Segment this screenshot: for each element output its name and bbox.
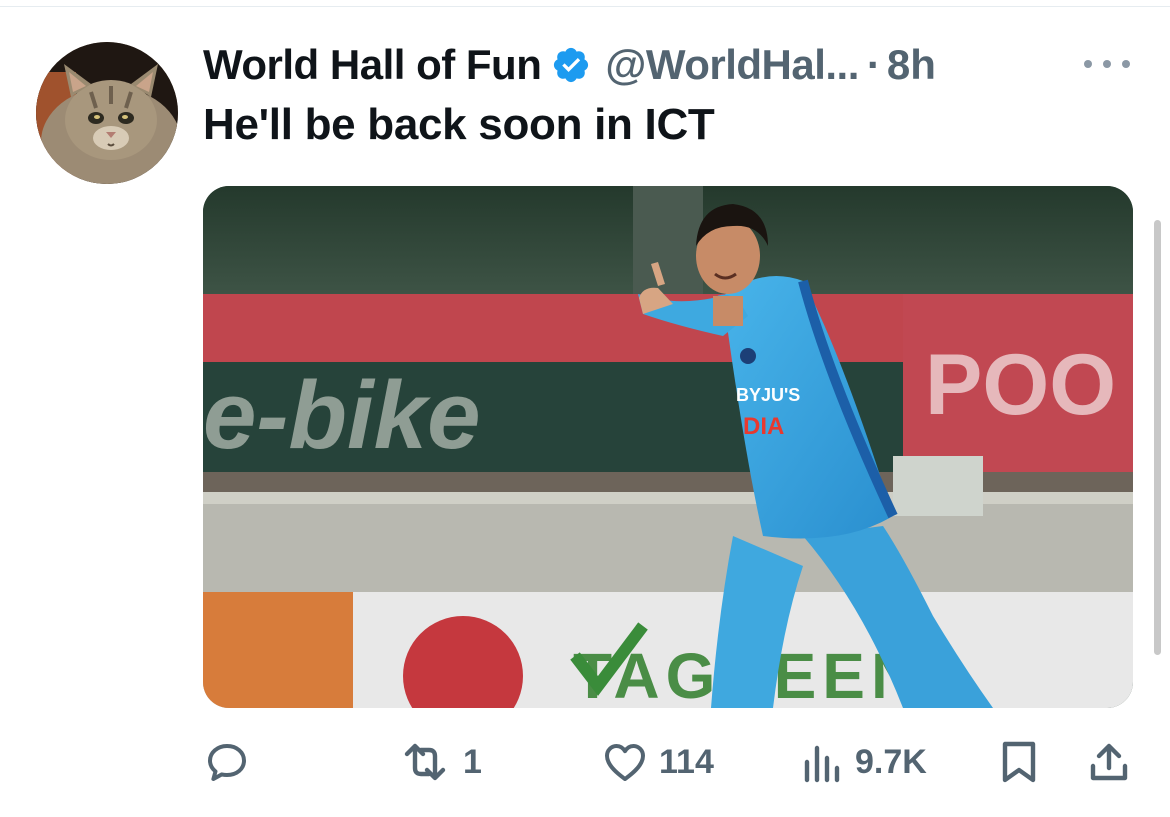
separator-dot: · [866, 41, 881, 88]
views-button[interactable]: 9.7K [801, 738, 927, 786]
heart-icon [605, 744, 645, 781]
banner-text-right: POO [925, 337, 1116, 433]
tweet-text: He'll be back soon in ICT [203, 100, 715, 149]
more-dot [1103, 60, 1111, 68]
retweet-count: 1 [463, 742, 482, 781]
more-dot [1084, 60, 1092, 68]
avatar[interactable] [36, 42, 178, 184]
tweet-header: World Hall of Fun @WorldHal... · 8h [203, 40, 936, 90]
bookmark-button[interactable] [997, 738, 1041, 786]
top-divider [0, 6, 1170, 7]
share-icon [1090, 743, 1128, 781]
views-icon [804, 745, 840, 783]
reply-icon [208, 744, 246, 781]
action-bar: 1 114 9.7K [203, 738, 1133, 786]
cat-avatar-image [36, 42, 178, 184]
jersey-country: DIA [743, 413, 784, 440]
bookmark-icon [1002, 741, 1036, 783]
share-button[interactable] [1085, 738, 1133, 786]
handle[interactable]: @WorldHal... [605, 41, 859, 89]
cricket-photo: e-bike POO TAGREEN BYJU'S DIA [203, 186, 1133, 708]
jersey-sponsor: BYJU'S [736, 385, 800, 405]
like-button[interactable]: 114 [601, 738, 714, 786]
retweet-button[interactable]: 1 [397, 738, 482, 786]
like-count: 114 [659, 742, 714, 781]
tweet-photo[interactable]: e-bike POO TAGREEN BYJU'S DIA [203, 186, 1133, 708]
scrollbar[interactable] [1154, 220, 1161, 655]
display-name[interactable]: World Hall of Fun [203, 41, 542, 89]
more-options-icon[interactable] [1084, 54, 1130, 74]
reply-button[interactable] [203, 738, 251, 786]
views-count: 9.7K [855, 742, 927, 781]
retweet-icon [404, 743, 446, 781]
banner-text-left: e-bike [203, 362, 480, 469]
more-dot [1122, 60, 1130, 68]
verified-badge-icon [554, 47, 589, 83]
timestamp[interactable]: 8h [887, 41, 936, 89]
